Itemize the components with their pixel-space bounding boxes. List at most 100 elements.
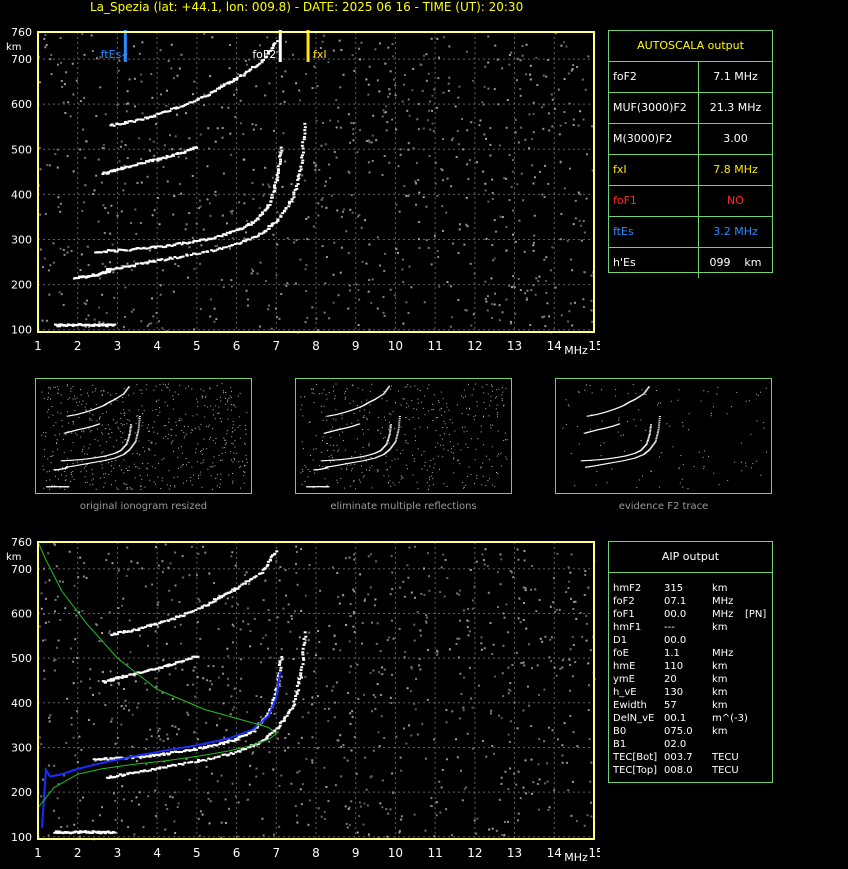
- thumb-noise-dot: [170, 434, 172, 436]
- noise-dot: [264, 166, 267, 169]
- thumb-noise-dot: [104, 473, 106, 475]
- noise-dot: [194, 695, 197, 698]
- thumb-noise-dot: [95, 388, 97, 390]
- thumb-noise-dot: [320, 405, 322, 407]
- thumb-trace-point: [386, 441, 389, 443]
- noise-dot: [484, 189, 487, 192]
- noise-dot: [177, 155, 180, 158]
- noise-dot: [455, 156, 458, 159]
- noise-dot: [185, 223, 188, 226]
- thumb-noise-dot: [470, 474, 472, 476]
- noise-dot: [298, 89, 301, 92]
- noise-dot: [116, 214, 119, 217]
- thumb-noise-dot: [237, 395, 239, 397]
- noise-dot: [493, 303, 496, 306]
- noise-dot: [510, 286, 513, 289]
- thumb-noise-dot: [218, 486, 220, 488]
- trace-point: [162, 753, 166, 756]
- noise-dot: [524, 759, 527, 762]
- noise-dot: [100, 181, 103, 184]
- noise-dot: [176, 74, 179, 77]
- thumb-noise-dot: [111, 461, 113, 463]
- noise-dot: [122, 325, 125, 328]
- noise-dot: [64, 111, 67, 114]
- thumb-noise-dot: [128, 466, 130, 468]
- noise-dot: [418, 191, 421, 194]
- noise-dot: [482, 170, 485, 173]
- noise-dot: [368, 65, 371, 68]
- thumb-noise-dot: [745, 465, 747, 467]
- thumb-trace-point: [126, 441, 129, 443]
- thumb-noise-dot: [638, 479, 640, 481]
- noise-dot: [122, 597, 125, 600]
- noise-dot: [90, 34, 93, 37]
- thumb-trace-point: [387, 438, 390, 440]
- noise-dot: [482, 559, 485, 562]
- thumb-trace-point: [392, 444, 395, 446]
- thumb-noise-dot: [617, 431, 619, 433]
- noise-dot: [405, 742, 408, 745]
- trace-point: [277, 726, 281, 729]
- thumb-noise-dot: [322, 466, 324, 468]
- thumb-noise-dot: [80, 394, 82, 396]
- noise-dot: [493, 675, 496, 678]
- noise-dot: [514, 131, 517, 134]
- noise-dot: [54, 658, 57, 661]
- thumb-noise-dot: [440, 391, 442, 393]
- thumb-noise-dot: [82, 449, 84, 451]
- thumb-noise-dot: [44, 435, 46, 437]
- noise-dot: [361, 260, 364, 263]
- noise-dot: [296, 647, 299, 650]
- noise-dot: [441, 169, 444, 172]
- noise-dot: [233, 687, 236, 690]
- thumb-noise-dot: [332, 386, 334, 388]
- thumb-noise-dot: [137, 415, 139, 417]
- noise-dot: [332, 49, 335, 52]
- noise-dot: [49, 714, 52, 717]
- thumb-noise-dot: [149, 479, 151, 481]
- noise-dot: [355, 772, 358, 775]
- noise-dot: [409, 690, 412, 693]
- thumb-noise-dot: [72, 463, 74, 465]
- noise-dot: [435, 649, 438, 652]
- noise-dot: [415, 203, 418, 206]
- noise-dot: [486, 295, 489, 298]
- noise-dot: [259, 716, 262, 719]
- thumb-noise-dot: [43, 487, 45, 489]
- noise-dot: [363, 693, 366, 696]
- noise-dot: [522, 586, 525, 589]
- thumb-noise-dot: [158, 463, 160, 465]
- thumb-noise-dot: [750, 467, 752, 469]
- noise-dot: [426, 649, 429, 652]
- noise-dot: [553, 666, 556, 669]
- noise-dot: [173, 195, 176, 198]
- thumb-noise-dot: [421, 401, 423, 403]
- thumb-noise-dot: [310, 388, 312, 390]
- thumb-noise-dot: [398, 390, 400, 392]
- thumb-noise-dot: [491, 385, 493, 387]
- noise-dot: [508, 63, 511, 66]
- noise-dot: [415, 161, 418, 164]
- noise-dot: [576, 66, 579, 69]
- thumb-noise-dot: [76, 397, 78, 399]
- thumb-noise-dot: [152, 427, 154, 429]
- thumb-noise-dot: [321, 411, 323, 413]
- thumb-noise-dot: [505, 387, 507, 389]
- noise-dot: [250, 272, 253, 275]
- noise-dot: [153, 209, 156, 212]
- noise-dot: [435, 801, 438, 804]
- thumb-trace-point: [397, 427, 400, 429]
- noise-dot: [533, 214, 536, 217]
- thumb-noise-dot: [82, 429, 84, 431]
- thumb-noise-dot: [139, 474, 141, 476]
- trace-point: [222, 246, 226, 249]
- noise-dot: [323, 810, 326, 813]
- thumb-noise-dot: [358, 479, 360, 481]
- noise-dot: [491, 744, 494, 747]
- noise-dot: [176, 113, 179, 116]
- noise-dot: [532, 101, 535, 104]
- thumb-noise-dot: [434, 463, 436, 465]
- noise-dot: [308, 631, 311, 634]
- thumb-noise-dot: [389, 421, 391, 423]
- thumb-noise-dot: [468, 383, 470, 385]
